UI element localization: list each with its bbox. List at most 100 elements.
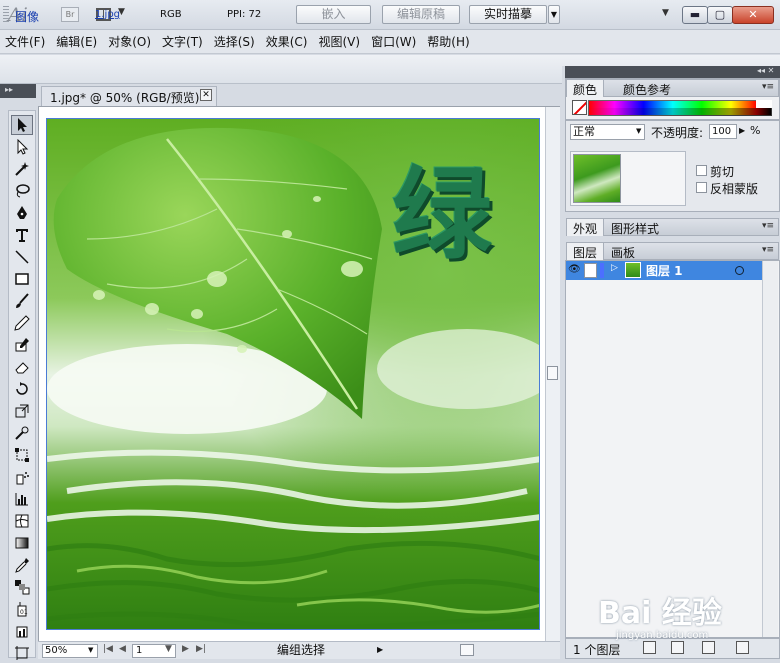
menu-select[interactable]: 选择(S) bbox=[214, 33, 255, 50]
layer-selection-area[interactable] bbox=[750, 261, 758, 280]
selection-tool[interactable] bbox=[11, 115, 33, 135]
canvas-text-green[interactable]: 绿 bbox=[392, 133, 492, 278]
menu-help[interactable]: 帮助(H) bbox=[427, 33, 469, 50]
paintbrush-tool[interactable] bbox=[11, 291, 33, 311]
current-tool-status[interactable]: 编组选择 bbox=[215, 643, 387, 658]
zoom-chevron-down-icon[interactable]: ▼ bbox=[88, 646, 93, 654]
eyedropper-tool[interactable] bbox=[11, 555, 33, 575]
previous-artboard-icon[interactable]: ◀ bbox=[119, 644, 126, 654]
gradient-tool[interactable] bbox=[11, 533, 33, 553]
artboard[interactable]: 绿 bbox=[46, 118, 540, 630]
artboard-tool[interactable] bbox=[11, 643, 33, 663]
document-tab[interactable]: 1.jpg* @ 50% (RGB/预览) bbox=[41, 86, 217, 106]
chevron-down-icon[interactable]: ▼ bbox=[636, 127, 641, 135]
close-tab-icon[interactable]: ✕ bbox=[200, 89, 212, 101]
layer-name[interactable]: 图层 1 bbox=[646, 262, 683, 279]
symbol-sprayer-tool[interactable] bbox=[11, 467, 33, 487]
layers-scrollbar[interactable] bbox=[762, 261, 778, 637]
tab-appearance[interactable]: 外观 bbox=[567, 219, 605, 236]
layers-list bbox=[565, 260, 780, 638]
object-type-link[interactable]: 图像 bbox=[15, 8, 39, 25]
tab-color[interactable]: 颜色 bbox=[567, 80, 605, 97]
warp-tool[interactable] bbox=[11, 423, 33, 443]
close-button[interactable]: ✕ bbox=[732, 6, 774, 24]
menu-file[interactable]: 文件(F) bbox=[5, 33, 45, 50]
tab-graphic-styles[interactable]: 图形样式 bbox=[605, 219, 665, 236]
make-clipping-mask-icon[interactable] bbox=[643, 641, 656, 654]
invert-mask-checkbox[interactable] bbox=[696, 182, 707, 193]
menu-type[interactable]: 文字(T) bbox=[162, 33, 203, 50]
tab-color-guide[interactable]: 颜色参考 bbox=[617, 80, 677, 97]
trace-options-chevron-icon[interactable]: ▼ bbox=[548, 5, 560, 24]
lasso-tool[interactable] bbox=[11, 181, 33, 201]
column-graph-icon bbox=[15, 493, 28, 506]
menu-view[interactable]: 视图(V) bbox=[318, 33, 360, 50]
menu-object[interactable]: 对象(O) bbox=[108, 33, 151, 50]
pen-tool[interactable] bbox=[11, 203, 33, 223]
none-swatch[interactable] bbox=[572, 100, 587, 115]
column-graph-tool[interactable] bbox=[11, 489, 33, 509]
rectangle-tool[interactable] bbox=[11, 269, 33, 289]
workspace-menu-chevron-icon[interactable]: ▼ bbox=[662, 8, 669, 18]
layer-color-indicator bbox=[600, 263, 604, 278]
opacity-input[interactable]: 100 bbox=[709, 124, 737, 139]
tab-layers[interactable]: 图层 bbox=[567, 243, 605, 260]
eye-visibility-icon[interactable]: 👁 bbox=[568, 264, 581, 275]
live-paint-tool[interactable] bbox=[11, 621, 33, 641]
layer-lock-toggle[interactable] bbox=[584, 263, 597, 278]
collapse-double-arrow-icon[interactable]: ▸▸ bbox=[5, 85, 13, 94]
opacity-slider-arrow-icon[interactable]: ▶ bbox=[739, 126, 745, 135]
object-thumbnail[interactable] bbox=[573, 154, 621, 203]
line-segment-tool[interactable] bbox=[11, 247, 33, 267]
create-new-layer-icon[interactable] bbox=[702, 641, 715, 654]
scale-tool[interactable] bbox=[11, 401, 33, 421]
bridge-button[interactable]: Br bbox=[61, 7, 79, 22]
white-swatch[interactable] bbox=[756, 100, 772, 108]
blob-brush-tool[interactable] bbox=[11, 335, 33, 355]
warp-icon bbox=[15, 426, 29, 440]
vertical-scroll-thumb[interactable] bbox=[547, 366, 558, 380]
tab-artboards[interactable]: 画板 bbox=[605, 243, 641, 260]
eraser-tool[interactable] bbox=[11, 357, 33, 377]
menu-window[interactable]: 窗口(W) bbox=[371, 33, 416, 50]
slice-tool[interactable]: 01 bbox=[11, 599, 33, 619]
free-transform-tool[interactable] bbox=[11, 445, 33, 465]
clip-checkbox[interactable] bbox=[696, 165, 707, 176]
magic-wand-tool[interactable] bbox=[11, 159, 33, 179]
clip-label: 剪切 bbox=[710, 165, 735, 179]
minimize-button[interactable]: ▬ bbox=[682, 6, 708, 24]
panel-menu-icon[interactable]: ▾≡ bbox=[762, 82, 774, 92]
expand-triangle-icon[interactable]: ▷ bbox=[611, 263, 618, 273]
last-artboard-icon[interactable]: ▶| bbox=[196, 644, 206, 654]
horizontal-scroll-thumb[interactable] bbox=[460, 644, 474, 656]
status-menu-arrow-icon[interactable]: ▶ bbox=[377, 645, 383, 654]
blend-mode-select[interactable]: 正常 bbox=[570, 124, 645, 140]
layer-target-circle-icon[interactable] bbox=[735, 266, 744, 275]
menu-effect[interactable]: 效果(C) bbox=[266, 33, 308, 50]
direct-selection-tool[interactable] bbox=[11, 137, 33, 157]
live-trace-button[interactable]: 实时描摹 bbox=[469, 5, 547, 24]
gradient-icon bbox=[15, 537, 29, 549]
embed-button[interactable]: 嵌入 bbox=[296, 5, 371, 24]
edit-original-button[interactable]: 编辑原稿 bbox=[382, 5, 460, 24]
linked-file-link[interactable]: 1.jpg bbox=[95, 9, 120, 20]
blend-tool[interactable] bbox=[11, 577, 33, 597]
next-artboard-icon[interactable]: ▶ bbox=[182, 644, 189, 654]
create-sublayer-icon[interactable] bbox=[671, 641, 684, 654]
panel-menu-icon[interactable]: ▾≡ bbox=[762, 245, 774, 255]
layer-thumbnail bbox=[625, 262, 641, 278]
opacity-unit: % bbox=[750, 124, 761, 137]
control-bar-grip[interactable] bbox=[3, 6, 9, 22]
panel-menu-icon[interactable]: ▾≡ bbox=[762, 221, 774, 231]
panel-dock-header[interactable] bbox=[565, 66, 780, 78]
trash-icon[interactable] bbox=[736, 641, 749, 654]
type-tool[interactable] bbox=[11, 225, 33, 245]
collapse-double-arrow-icon[interactable]: ◂◂ ✕ bbox=[757, 66, 774, 75]
first-artboard-icon[interactable]: |◀ bbox=[103, 644, 113, 654]
rotate-tool[interactable] bbox=[11, 379, 33, 399]
maximize-button[interactable]: ▢ bbox=[707, 6, 733, 24]
mesh-tool[interactable] bbox=[11, 511, 33, 531]
menu-edit[interactable]: 编辑(E) bbox=[56, 33, 97, 50]
pencil-tool[interactable] bbox=[11, 313, 33, 333]
artboard-chevron-down-icon[interactable]: ▼ bbox=[165, 644, 172, 654]
